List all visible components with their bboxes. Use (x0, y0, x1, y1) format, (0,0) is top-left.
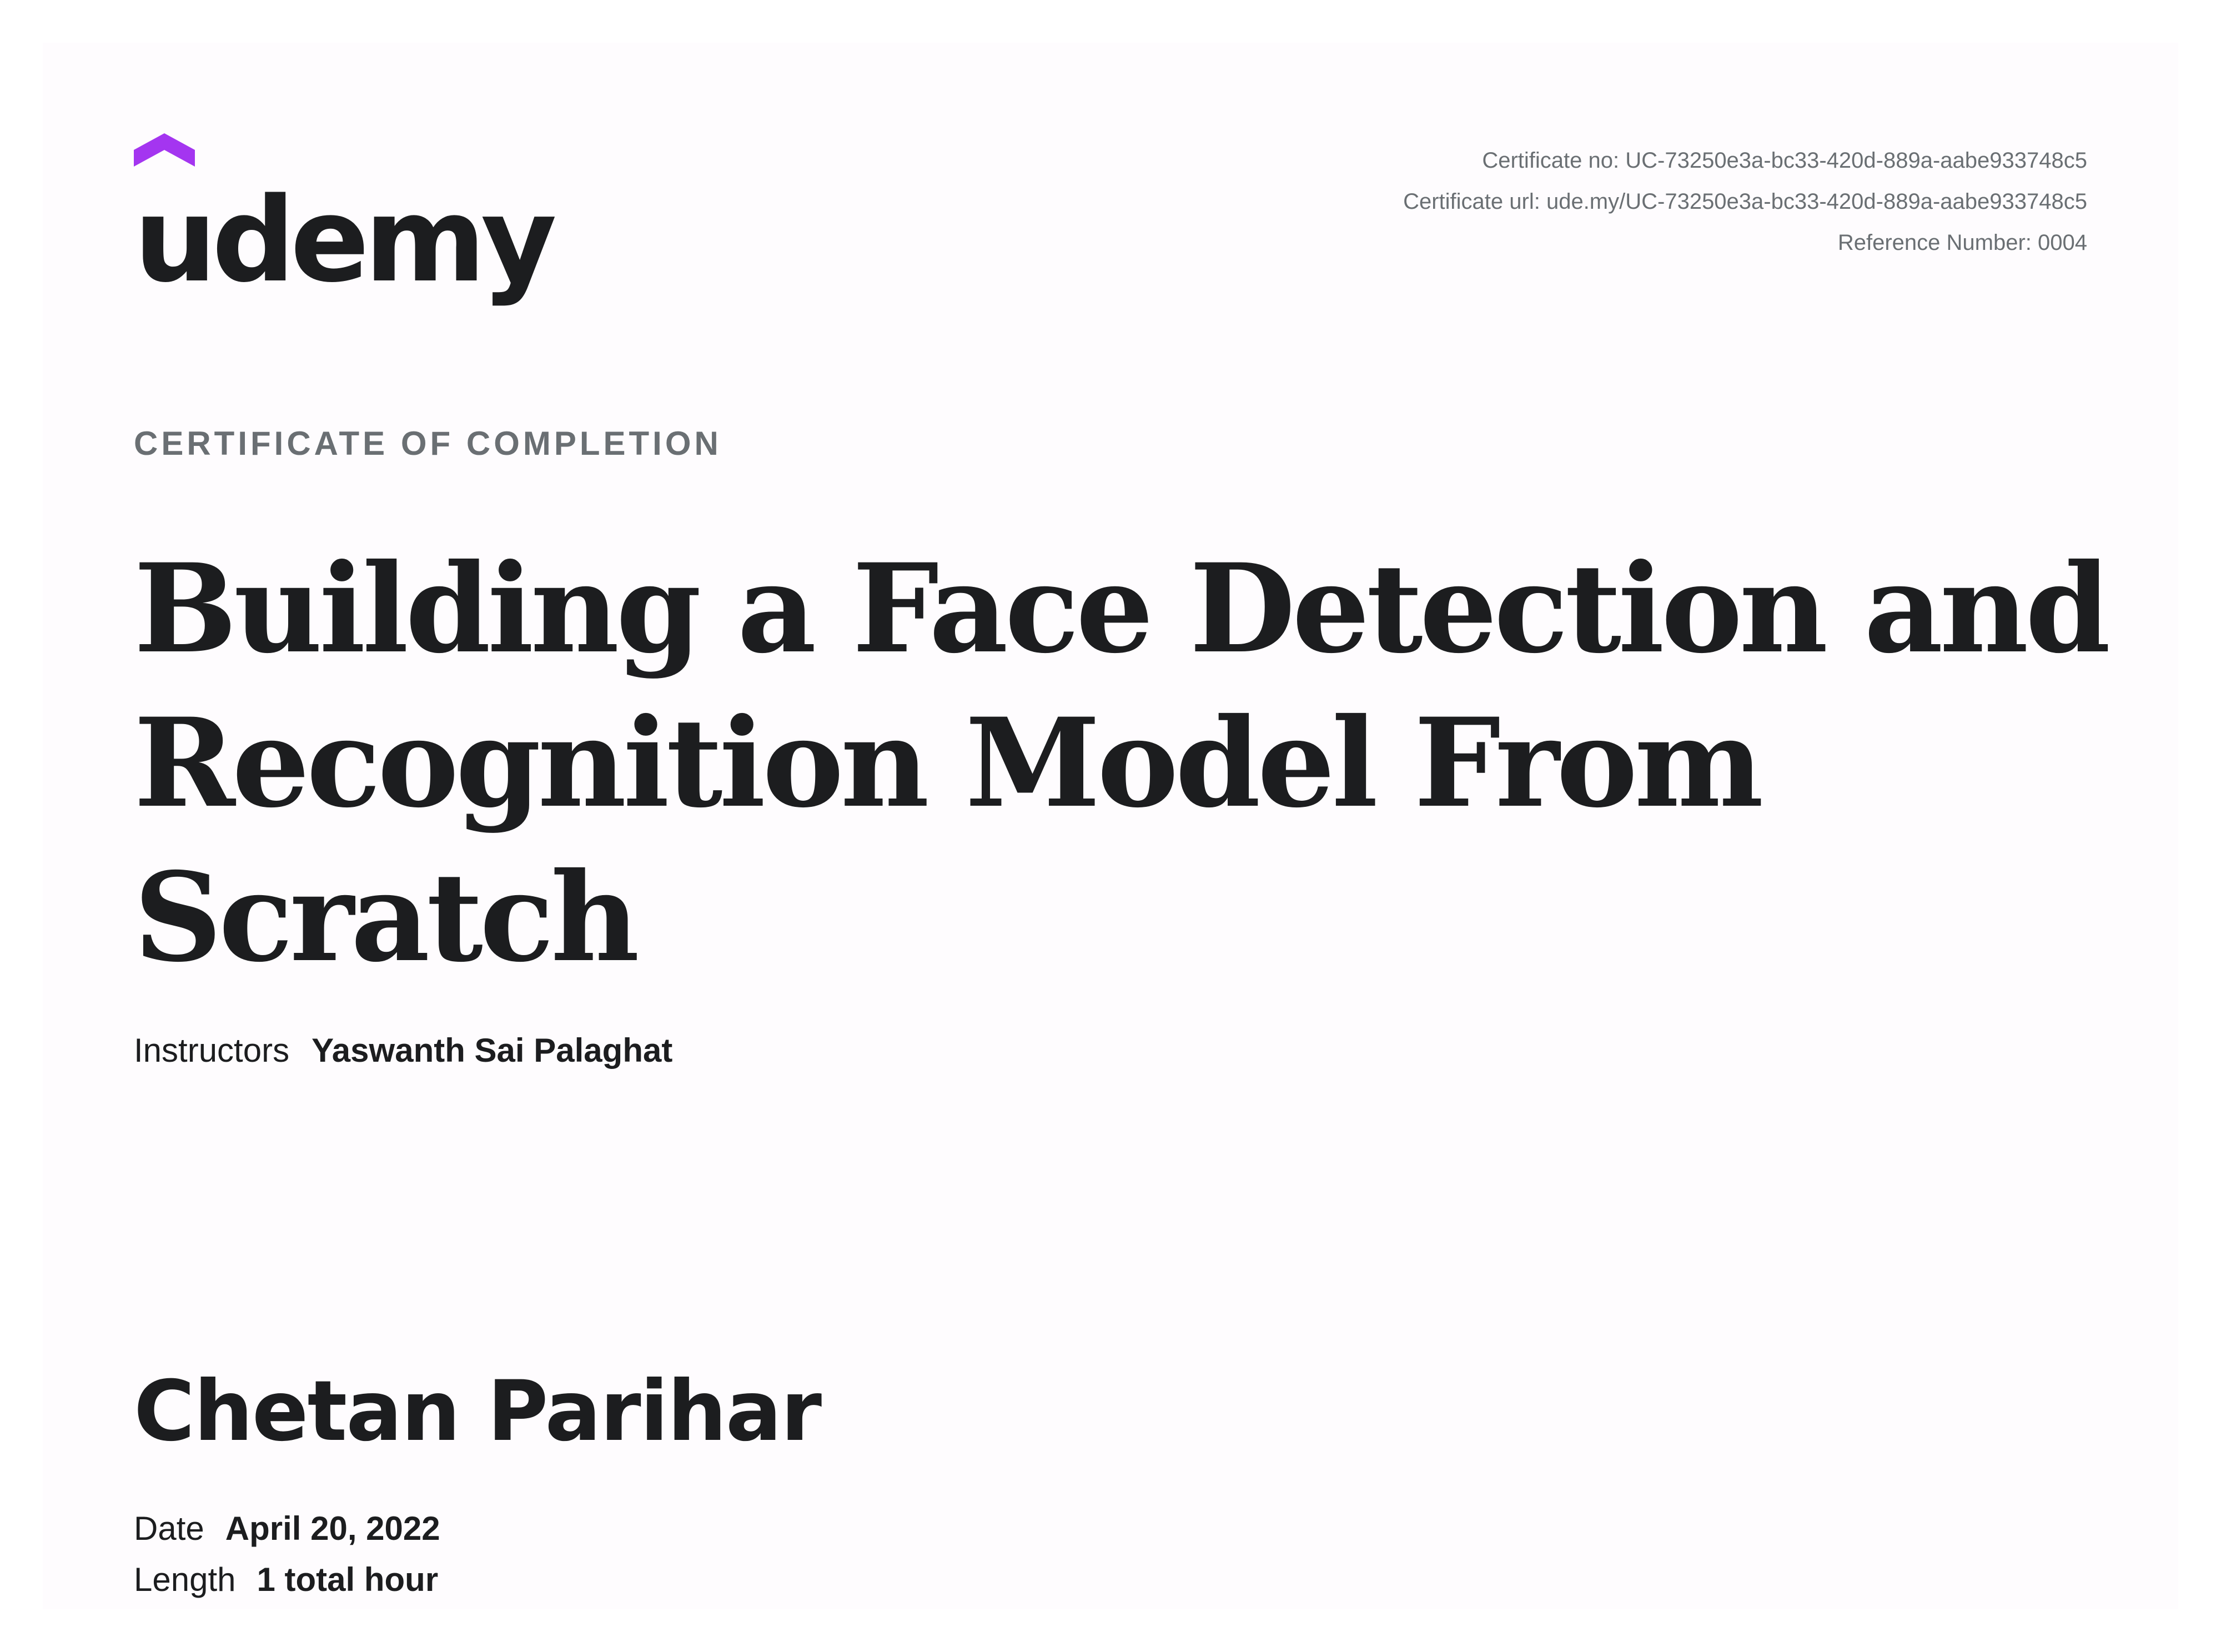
certificate-number: Certificate no: UC-73250e3a-bc33-420d-88… (1482, 148, 2087, 173)
length-row: Length 1 total hour (134, 1554, 440, 1605)
instructors-label: Instructors (134, 1032, 290, 1069)
course-title-line: Building a Face Detection and (134, 536, 2111, 680)
udemy-logo: udemy (134, 133, 557, 317)
date-row: Date April 20, 2022 (134, 1503, 440, 1554)
course-title: Building a Face Detection and Recognitio… (134, 531, 2111, 995)
instructors: Instructors Yaswanth Sai Palaghat (134, 1031, 672, 1069)
certificate-meta: Certificate no: UC-73250e3a-bc33-420d-88… (1254, 140, 2087, 263)
logo-wordmark: udemy (134, 172, 557, 308)
certificate: udemy Certificate no: UC-73250e3a-bc33-4… (43, 43, 2178, 1609)
certificate-heading: CERTIFICATE OF COMPLETION (134, 425, 722, 462)
date-value: April 20, 2022 (225, 1510, 440, 1547)
logo-roof-icon (134, 133, 195, 167)
reference-number: Reference Number: 0004 (1837, 230, 2087, 255)
instructor-name: Yaswanth Sai Palaghat (311, 1032, 673, 1069)
date-label: Date (134, 1510, 204, 1547)
course-title-line: Recognition Model From (134, 691, 1763, 835)
certificate-url: Certificate url: ude.my/UC-73250e3a-bc33… (1403, 189, 2087, 214)
course-title-line: Scratch (134, 845, 640, 989)
certificate-details: Date April 20, 2022 Length 1 total hour (134, 1503, 440, 1605)
length-value: 1 total hour (257, 1561, 439, 1598)
recipient-name: Chetan Parihar (134, 1363, 822, 1460)
length-label: Length (134, 1561, 236, 1598)
